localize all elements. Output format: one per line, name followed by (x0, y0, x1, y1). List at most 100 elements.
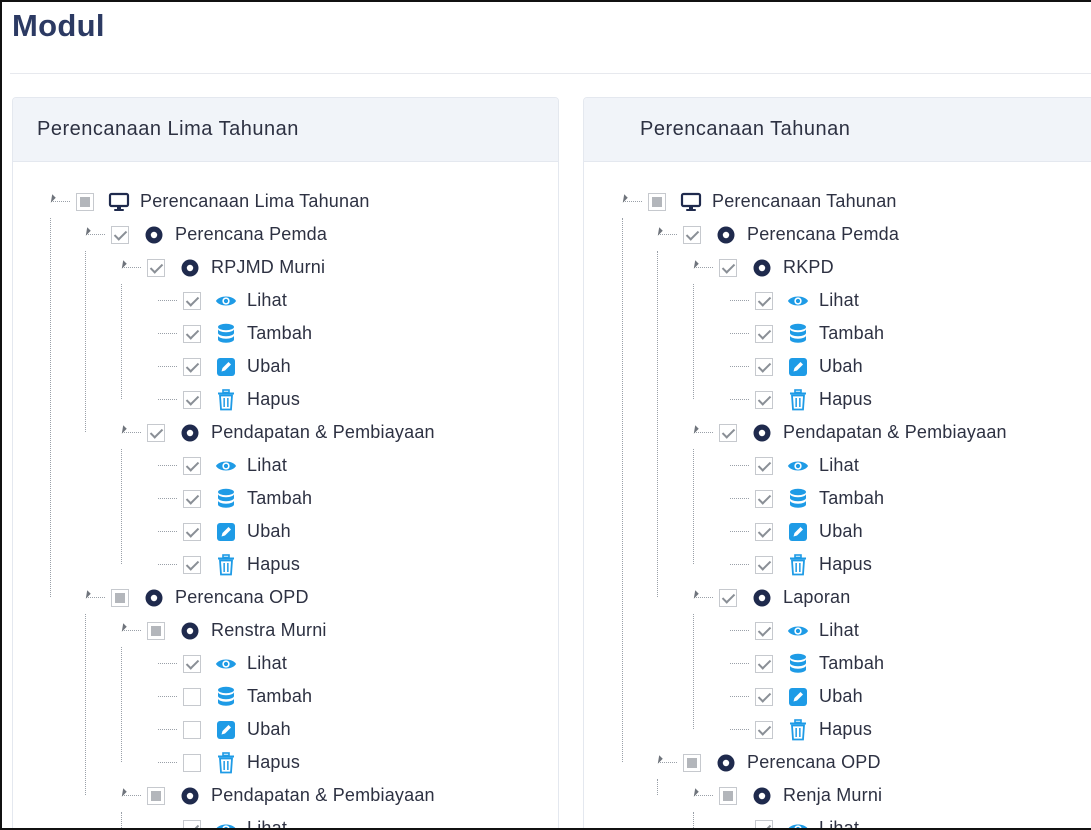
permission-item[interactable]: Hapus (727, 548, 872, 581)
permission-item[interactable]: Lihat (155, 284, 287, 317)
collapse-toggle[interactable] (118, 614, 141, 647)
node-checkbox[interactable] (183, 654, 201, 673)
tree-node[interactable]: Perencanaan Lima Tahunan (47, 185, 370, 218)
collapse-toggle[interactable] (47, 185, 70, 218)
tree-node[interactable]: Perencana OPD (82, 581, 309, 614)
permission-item[interactable]: Tambah (727, 317, 884, 350)
node-checkbox[interactable] (755, 291, 773, 310)
permission-item[interactable]: Lihat (727, 812, 859, 828)
permission-item[interactable]: Lihat (727, 284, 859, 317)
node-checkbox[interactable] (719, 588, 737, 607)
node-checkbox[interactable] (755, 357, 773, 376)
node-checkbox[interactable] (183, 720, 201, 739)
node-checkbox[interactable] (147, 258, 165, 277)
tree-node[interactable]: Renja Murni (690, 779, 882, 812)
node-checkbox[interactable] (683, 753, 701, 772)
node-checkbox[interactable] (683, 225, 701, 244)
tree-node[interactable]: Pendapatan & Pembiayaan (118, 416, 435, 449)
node-checkbox[interactable] (183, 291, 201, 310)
collapse-toggle[interactable] (118, 779, 141, 812)
node-checkbox[interactable] (183, 753, 201, 772)
node-checkbox[interactable] (76, 192, 94, 211)
collapse-toggle[interactable] (619, 185, 642, 218)
permission-item[interactable]: Hapus (155, 548, 300, 581)
permission-item[interactable]: Ubah (155, 713, 291, 746)
node-checkbox[interactable] (719, 423, 737, 442)
node-label: Perencana Pemda (747, 224, 900, 244)
tree-connector (155, 350, 177, 383)
permission-item[interactable]: Lihat (155, 812, 287, 828)
collapse-toggle[interactable] (82, 218, 105, 251)
permission-item[interactable]: Lihat (155, 449, 287, 482)
tree-node[interactable]: Laporan (690, 581, 850, 614)
collapse-toggle[interactable] (690, 416, 713, 449)
tree-node[interactable]: Pendapatan & Pembiayaan (118, 779, 435, 812)
permission-item[interactable]: Ubah (155, 515, 291, 548)
tree-node[interactable]: Pendapatan & Pembiayaan (690, 416, 1007, 449)
collapse-toggle[interactable] (654, 218, 677, 251)
permission-item[interactable]: Lihat (727, 614, 859, 647)
tree-guide-line (657, 251, 658, 597)
permission-item[interactable]: Ubah (727, 680, 863, 713)
node-checkbox[interactable] (111, 588, 129, 607)
node-checkbox[interactable] (755, 324, 773, 343)
node-checkbox[interactable] (183, 489, 201, 508)
node-checkbox[interactable] (755, 654, 773, 673)
permission-item[interactable]: Tambah (727, 482, 884, 515)
collapse-toggle[interactable] (654, 746, 677, 779)
permission-item[interactable]: Lihat (155, 647, 287, 680)
tree-node[interactable]: Perencanaan Tahunan (619, 185, 897, 218)
tree-node[interactable]: Renstra Murni (118, 614, 327, 647)
tree-node[interactable]: RKPD (690, 251, 834, 284)
node-checkbox[interactable] (183, 456, 201, 475)
tree-connector (727, 548, 749, 581)
node-checkbox[interactable] (183, 819, 201, 828)
collapse-toggle[interactable] (118, 251, 141, 284)
node-checkbox[interactable] (755, 621, 773, 640)
node-checkbox[interactable] (755, 555, 773, 574)
permission-item[interactable]: Ubah (155, 350, 291, 383)
permission-item[interactable]: Hapus (155, 383, 300, 416)
node-checkbox[interactable] (183, 390, 201, 409)
node-checkbox[interactable] (111, 225, 129, 244)
node-checkbox[interactable] (755, 687, 773, 706)
dot-circle-icon (715, 752, 737, 774)
node-checkbox[interactable] (719, 258, 737, 277)
node-checkbox[interactable] (147, 786, 165, 805)
collapse-toggle[interactable] (690, 581, 713, 614)
permission-item[interactable]: Tambah (155, 317, 312, 350)
node-checkbox[interactable] (183, 324, 201, 343)
collapse-toggle[interactable] (690, 779, 713, 812)
node-checkbox[interactable] (755, 522, 773, 541)
node-checkbox[interactable] (183, 522, 201, 541)
tree-node[interactable]: Perencana OPD (654, 746, 881, 779)
node-checkbox[interactable] (755, 390, 773, 409)
node-checkbox[interactable] (183, 555, 201, 574)
collapse-toggle[interactable] (82, 581, 105, 614)
collapse-toggle[interactable] (690, 251, 713, 284)
node-checkbox[interactable] (147, 621, 165, 640)
permission-item[interactable]: Hapus (727, 383, 872, 416)
permission-item[interactable]: Hapus (727, 713, 872, 746)
node-checkbox[interactable] (755, 819, 773, 828)
node-checkbox[interactable] (719, 786, 737, 805)
node-checkbox[interactable] (648, 192, 666, 211)
node-checkbox[interactable] (147, 423, 165, 442)
permission-item[interactable]: Ubah (727, 350, 863, 383)
node-checkbox[interactable] (755, 456, 773, 475)
permission-item[interactable]: Ubah (727, 515, 863, 548)
permission-item[interactable]: Tambah (727, 647, 884, 680)
node-checkbox[interactable] (755, 720, 773, 739)
node-checkbox[interactable] (183, 357, 201, 376)
tree-node[interactable]: Perencana Pemda (654, 218, 900, 251)
tree-node[interactable]: Perencana Pemda (82, 218, 327, 251)
node-label: Tambah (247, 323, 313, 343)
tree-node[interactable]: RPJMD Murni (118, 251, 325, 284)
permission-item[interactable]: Tambah (155, 680, 312, 713)
node-checkbox[interactable] (183, 687, 201, 706)
collapse-toggle[interactable] (118, 416, 141, 449)
permission-item[interactable]: Tambah (155, 482, 312, 515)
permission-item[interactable]: Lihat (727, 449, 859, 482)
node-checkbox[interactable] (755, 489, 773, 508)
permission-item[interactable]: Hapus (155, 746, 300, 779)
